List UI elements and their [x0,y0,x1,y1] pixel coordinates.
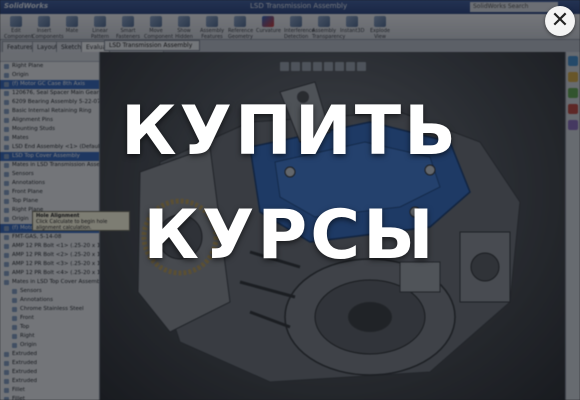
close-button[interactable]: ✕ [545,6,575,36]
headline-line-1: КУПИТЬ [120,92,460,171]
close-icon: ✕ [550,8,570,33]
headline-line-2: КУРСЫ [143,196,437,275]
